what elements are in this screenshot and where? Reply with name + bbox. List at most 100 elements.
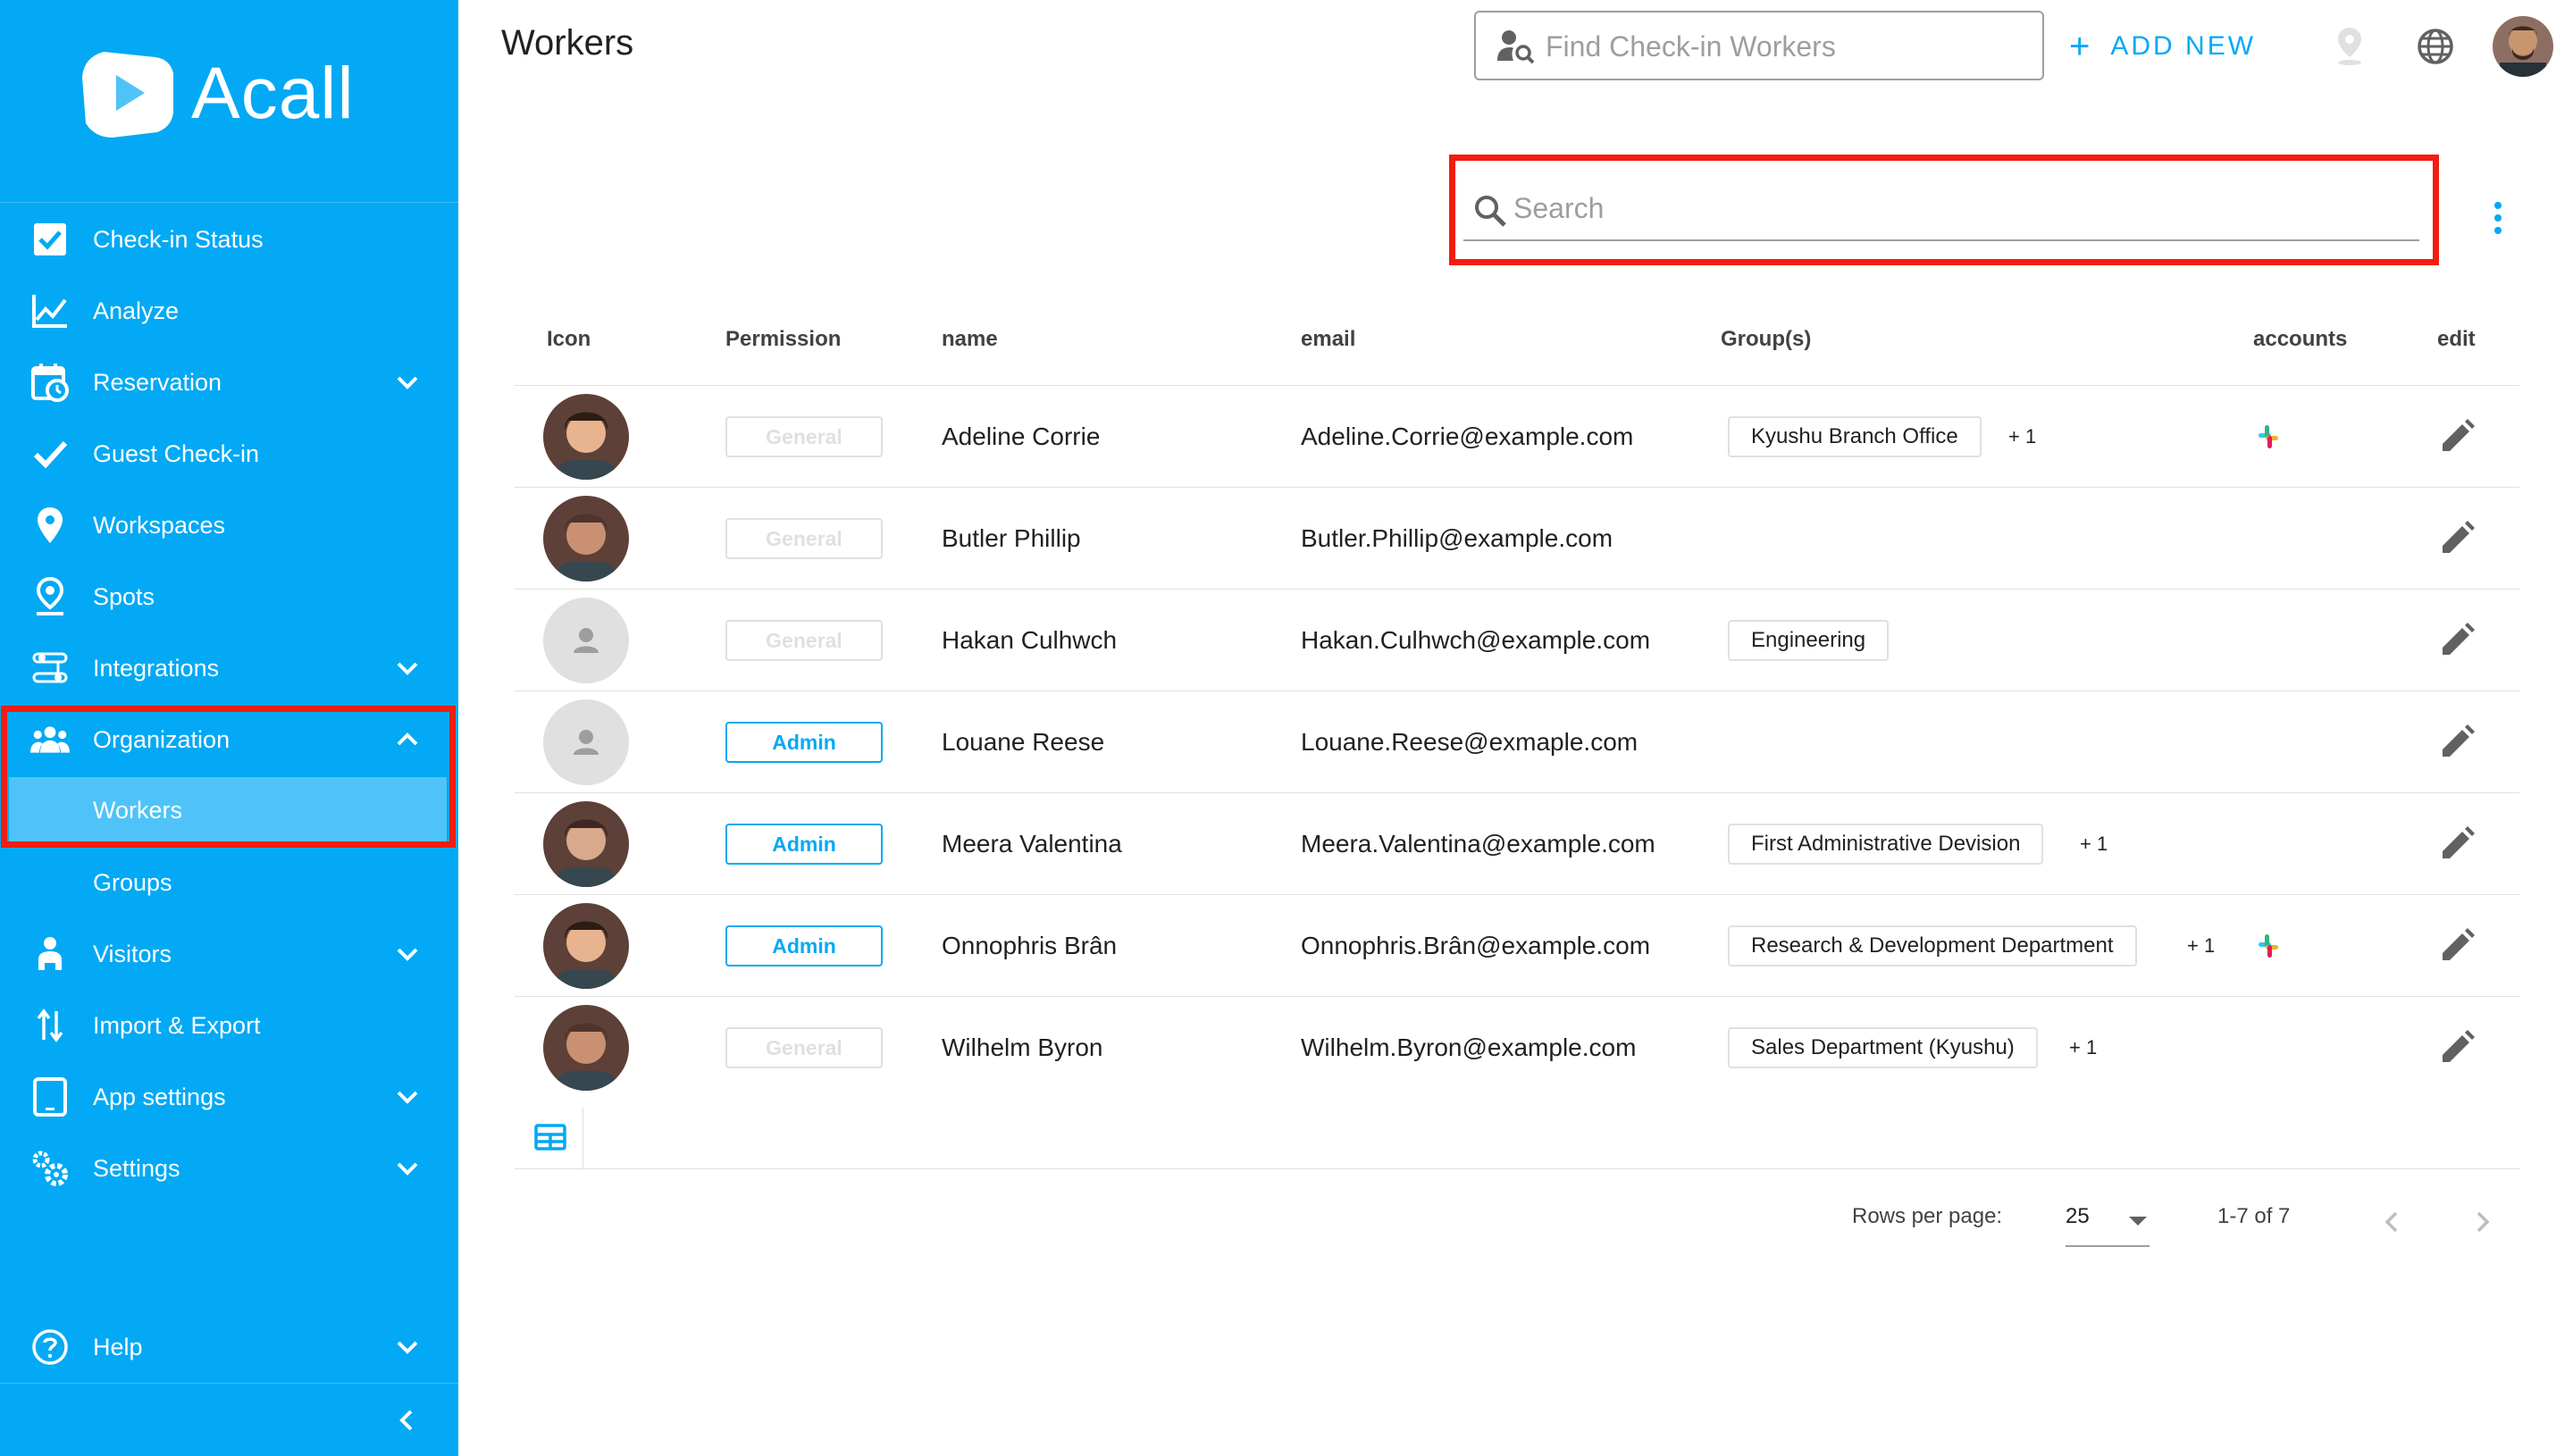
table-columns-icon[interactable] bbox=[534, 1124, 566, 1151]
collapse-sidebar-icon[interactable] bbox=[390, 1402, 425, 1438]
column-divider bbox=[582, 1108, 583, 1168]
location-pin-icon[interactable] bbox=[2334, 25, 2366, 68]
sidebar-item-reservation[interactable]: Reservation bbox=[0, 347, 458, 418]
group-chip: First Administrative Devision bbox=[1728, 824, 2044, 865]
sidebar-item-check-in-status[interactable]: Check-in Status bbox=[0, 204, 458, 275]
row-divider bbox=[515, 690, 2519, 691]
plus-icon: + bbox=[2069, 26, 2093, 66]
worker-email: Wilhelm.Byron@example.com bbox=[1301, 1033, 1637, 1061]
sidebar-item-groups[interactable]: Groups bbox=[0, 847, 458, 918]
dropdown-arrow-icon[interactable] bbox=[2128, 1215, 2148, 1227]
sidebar-item-label: Workspaces bbox=[93, 511, 226, 539]
sidebar-item-guest-check-in[interactable]: Guest Check-in bbox=[0, 418, 458, 490]
worker-name: Onnophris Brân bbox=[942, 932, 1118, 959]
sidebar-item-visitors[interactable]: Visitors bbox=[0, 918, 458, 990]
slack-icon bbox=[2259, 425, 2278, 448]
row-divider bbox=[515, 996, 2519, 997]
more-vertical-icon[interactable] bbox=[2484, 198, 2512, 238]
permission-badge: Admin bbox=[725, 722, 883, 763]
more-groups-count: + 1 bbox=[2080, 833, 2108, 855]
permission-badge: General bbox=[725, 620, 883, 661]
sidebar-item-label: Spots bbox=[93, 582, 155, 610]
sidebar-item-workspaces[interactable]: Workspaces bbox=[0, 490, 458, 561]
permission-badge: Admin bbox=[725, 824, 883, 865]
sidebar-item-app-settings[interactable]: App settings bbox=[0, 1061, 458, 1133]
divider bbox=[0, 1383, 458, 1384]
worker-name: Louane Reese bbox=[942, 728, 1105, 756]
next-page-icon[interactable] bbox=[2471, 1208, 2493, 1236]
sidebar-item-label: Reservation bbox=[93, 368, 222, 396]
worker-email: Meera.Valentina@example.com bbox=[1301, 830, 1655, 858]
sidebar-item-label: Guest Check-in bbox=[93, 439, 260, 467]
sliders-icon bbox=[30, 649, 70, 688]
column-header-groups[interactable]: Group(s) bbox=[1721, 327, 1811, 352]
brand-name: Acall bbox=[191, 53, 355, 134]
add-new-button[interactable]: + ADD NEW bbox=[2069, 27, 2256, 66]
column-header-name[interactable]: name bbox=[942, 327, 998, 352]
sidebar-item-help[interactable]: Help bbox=[0, 1311, 458, 1383]
chevron-down-icon bbox=[397, 376, 418, 389]
column-header-email[interactable]: email bbox=[1301, 327, 1355, 352]
pin-drop-icon bbox=[30, 577, 70, 616]
map-pin-icon bbox=[30, 506, 70, 545]
avatar bbox=[543, 496, 629, 582]
logo-area: Acall bbox=[0, 0, 458, 203]
find-workers-input[interactable]: Find Check-in Workers bbox=[1474, 11, 2044, 80]
visitor-icon bbox=[30, 934, 70, 974]
sidebar-item-settings[interactable]: Settings bbox=[0, 1133, 458, 1204]
sidebar-item-label: Check-in Status bbox=[93, 225, 264, 253]
permission-badge: General bbox=[725, 518, 883, 559]
group-chip: Sales Department (Kyushu) bbox=[1728, 1027, 2038, 1068]
edit-pencil-icon[interactable] bbox=[2437, 1028, 2477, 1067]
gears-icon bbox=[30, 1149, 70, 1188]
chevron-down-icon bbox=[397, 662, 418, 675]
sidebar-item-label: Analyze bbox=[93, 297, 180, 324]
sidebar-item-label: Groups bbox=[93, 868, 172, 896]
worker-name: Adeline Corrie bbox=[942, 423, 1101, 450]
column-header-accounts: accounts bbox=[2253, 327, 2348, 351]
worker-email: Hakan.Culhwch@example.com bbox=[1301, 626, 1651, 654]
avatar bbox=[543, 903, 629, 989]
sidebar-item-spots[interactable]: Spots bbox=[0, 561, 458, 632]
row-divider bbox=[515, 487, 2519, 488]
more-groups-count: + 1 bbox=[2069, 1036, 2098, 1059]
calendar-clock-icon bbox=[30, 363, 70, 402]
worker-name: Butler Phillip bbox=[942, 524, 1081, 552]
sidebar-item-import-export[interactable]: Import & Export bbox=[0, 990, 458, 1061]
worker-email: Louane.Reese@exmaple.com bbox=[1301, 728, 1639, 756]
table-bottom-divider bbox=[515, 1168, 2519, 1169]
page-title: Workers bbox=[501, 23, 634, 63]
chevron-down-icon bbox=[397, 1162, 418, 1176]
avatar-placeholder-icon bbox=[543, 699, 629, 785]
column-header-permission[interactable]: Permission bbox=[725, 327, 841, 352]
edit-pencil-icon[interactable] bbox=[2437, 926, 2477, 966]
help-circle-icon bbox=[30, 1327, 70, 1367]
group-chip: Research & Development Department bbox=[1728, 925, 2137, 966]
sidebar-item-label: Settings bbox=[93, 1154, 180, 1182]
group-chip: Engineering bbox=[1728, 620, 1890, 661]
rows-per-page-select[interactable]: 25 bbox=[2066, 1204, 2090, 1229]
edit-pencil-icon[interactable] bbox=[2437, 417, 2477, 456]
sidebar-item-analyze[interactable]: Analyze bbox=[0, 275, 458, 347]
permission-badge: Admin bbox=[725, 925, 883, 966]
rows-per-page-underline bbox=[2066, 1245, 2150, 1247]
permission-badge: General bbox=[725, 416, 883, 457]
row-divider bbox=[515, 589, 2519, 590]
edit-pencil-icon[interactable] bbox=[2437, 519, 2477, 558]
group-chip: Kyushu Branch Office bbox=[1728, 416, 1982, 457]
worker-email: Onnophris.Brân@example.com bbox=[1301, 932, 1651, 959]
sidebar-item-label: Integrations bbox=[93, 654, 220, 682]
edit-pencil-icon[interactable] bbox=[2437, 723, 2477, 762]
sidebar-item-label: Help bbox=[93, 1333, 143, 1360]
sidebar-item-label: Import & Export bbox=[93, 1011, 261, 1039]
rows-per-page-label: Rows per page: bbox=[1852, 1204, 2003, 1228]
sidebar-item-integrations[interactable]: Integrations bbox=[0, 632, 458, 704]
previous-page-icon[interactable] bbox=[2382, 1208, 2403, 1236]
acall-logo-icon bbox=[82, 52, 173, 138]
globe-icon[interactable] bbox=[2416, 27, 2455, 66]
user-avatar[interactable] bbox=[2493, 16, 2553, 77]
edit-pencil-icon[interactable] bbox=[2437, 824, 2477, 864]
edit-pencil-icon[interactable] bbox=[2437, 621, 2477, 660]
sidebar-item-label: Visitors bbox=[93, 940, 172, 967]
permission-badge: General bbox=[725, 1027, 883, 1068]
